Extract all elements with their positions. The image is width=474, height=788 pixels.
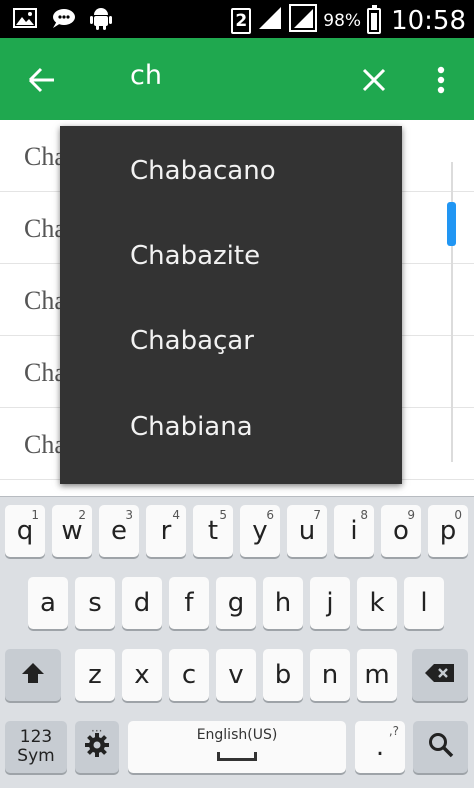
- key-h[interactable]: h: [263, 577, 303, 629]
- suggestion-label: Chabacano: [130, 156, 276, 186]
- back-arrow-icon[interactable]: [22, 60, 62, 100]
- key-z[interactable]: z: [75, 649, 115, 701]
- key-k[interactable]: k: [357, 577, 397, 629]
- battery-percent: 98%: [323, 10, 362, 31]
- sim-badge: 2: [231, 7, 252, 34]
- shift-arrow-icon: [21, 661, 45, 690]
- suggestion-item[interactable]: Chabazite: [60, 213, 402, 299]
- key-q[interactable]: 1q: [5, 505, 45, 557]
- suggestion-label: Chabazite: [130, 241, 261, 271]
- key-a[interactable]: a: [28, 577, 68, 629]
- key-i[interactable]: 8i: [334, 505, 374, 557]
- clock: 10:58: [391, 5, 466, 36]
- key-b[interactable]: b: [263, 649, 303, 701]
- key-s[interactable]: s: [75, 577, 115, 629]
- backspace-key[interactable]: [412, 649, 468, 701]
- close-icon[interactable]: [354, 60, 394, 100]
- key-o[interactable]: 9o: [381, 505, 421, 557]
- space-key[interactable]: English(US): [128, 721, 346, 773]
- key-m[interactable]: m: [357, 649, 397, 701]
- key-p[interactable]: 0p: [428, 505, 468, 557]
- gallery-icon: [12, 6, 38, 30]
- search-key[interactable]: [413, 721, 468, 773]
- suggestion-item[interactable]: Chabacano: [60, 128, 402, 214]
- key-u[interactable]: 7u: [287, 505, 327, 557]
- suggestion-label: Chabaçar: [130, 326, 254, 356]
- soft-keyboard: 1q 2w 3e 4r 5t 6y 7u 8i 9o 0p a s d f g …: [0, 496, 474, 788]
- key-e[interactable]: 3e: [99, 505, 139, 557]
- space-bar-icon: [217, 752, 257, 761]
- suggestion-item[interactable]: Chabaçar: [60, 298, 402, 384]
- search-toolbar: ch: [0, 38, 474, 120]
- key-j[interactable]: j: [310, 577, 350, 629]
- signal-icon-secondary: [289, 4, 318, 37]
- search-icon: [428, 732, 454, 763]
- shift-key[interactable]: [5, 649, 61, 701]
- settings-key[interactable]: ···: [75, 721, 119, 773]
- status-bar: 2 98% 10:58: [0, 0, 474, 38]
- key-x[interactable]: x: [122, 649, 162, 701]
- more-vert-icon[interactable]: [426, 60, 456, 100]
- key-y[interactable]: 6y: [240, 505, 280, 557]
- key-g[interactable]: g: [216, 577, 256, 629]
- key-l[interactable]: l: [404, 577, 444, 629]
- battery-icon: [367, 4, 382, 34]
- search-input[interactable]: ch: [130, 60, 162, 91]
- backspace-icon: [425, 663, 455, 688]
- suggestion-item[interactable]: Chabiana: [60, 384, 402, 470]
- key-f[interactable]: f: [169, 577, 209, 629]
- suggestion-label: Chabiana: [130, 412, 253, 442]
- key-v[interactable]: v: [216, 649, 256, 701]
- key-t[interactable]: 5t: [193, 505, 233, 557]
- key-c[interactable]: c: [169, 649, 209, 701]
- key-r[interactable]: 4r: [146, 505, 186, 557]
- symbols-key[interactable]: 123 Sym: [5, 721, 67, 773]
- signal-icon: [257, 5, 283, 36]
- android-icon: [88, 6, 114, 30]
- key-n[interactable]: n: [310, 649, 350, 701]
- scrollbar-thumb[interactable]: [447, 202, 456, 246]
- chat-bubble-icon: [50, 6, 76, 30]
- suggestion-dropdown: Chabacano Chabazite Chabaçar Chabiana: [60, 126, 402, 484]
- key-d[interactable]: d: [122, 577, 162, 629]
- key-w[interactable]: 2w: [52, 505, 92, 557]
- period-key[interactable]: ,? .: [355, 721, 405, 773]
